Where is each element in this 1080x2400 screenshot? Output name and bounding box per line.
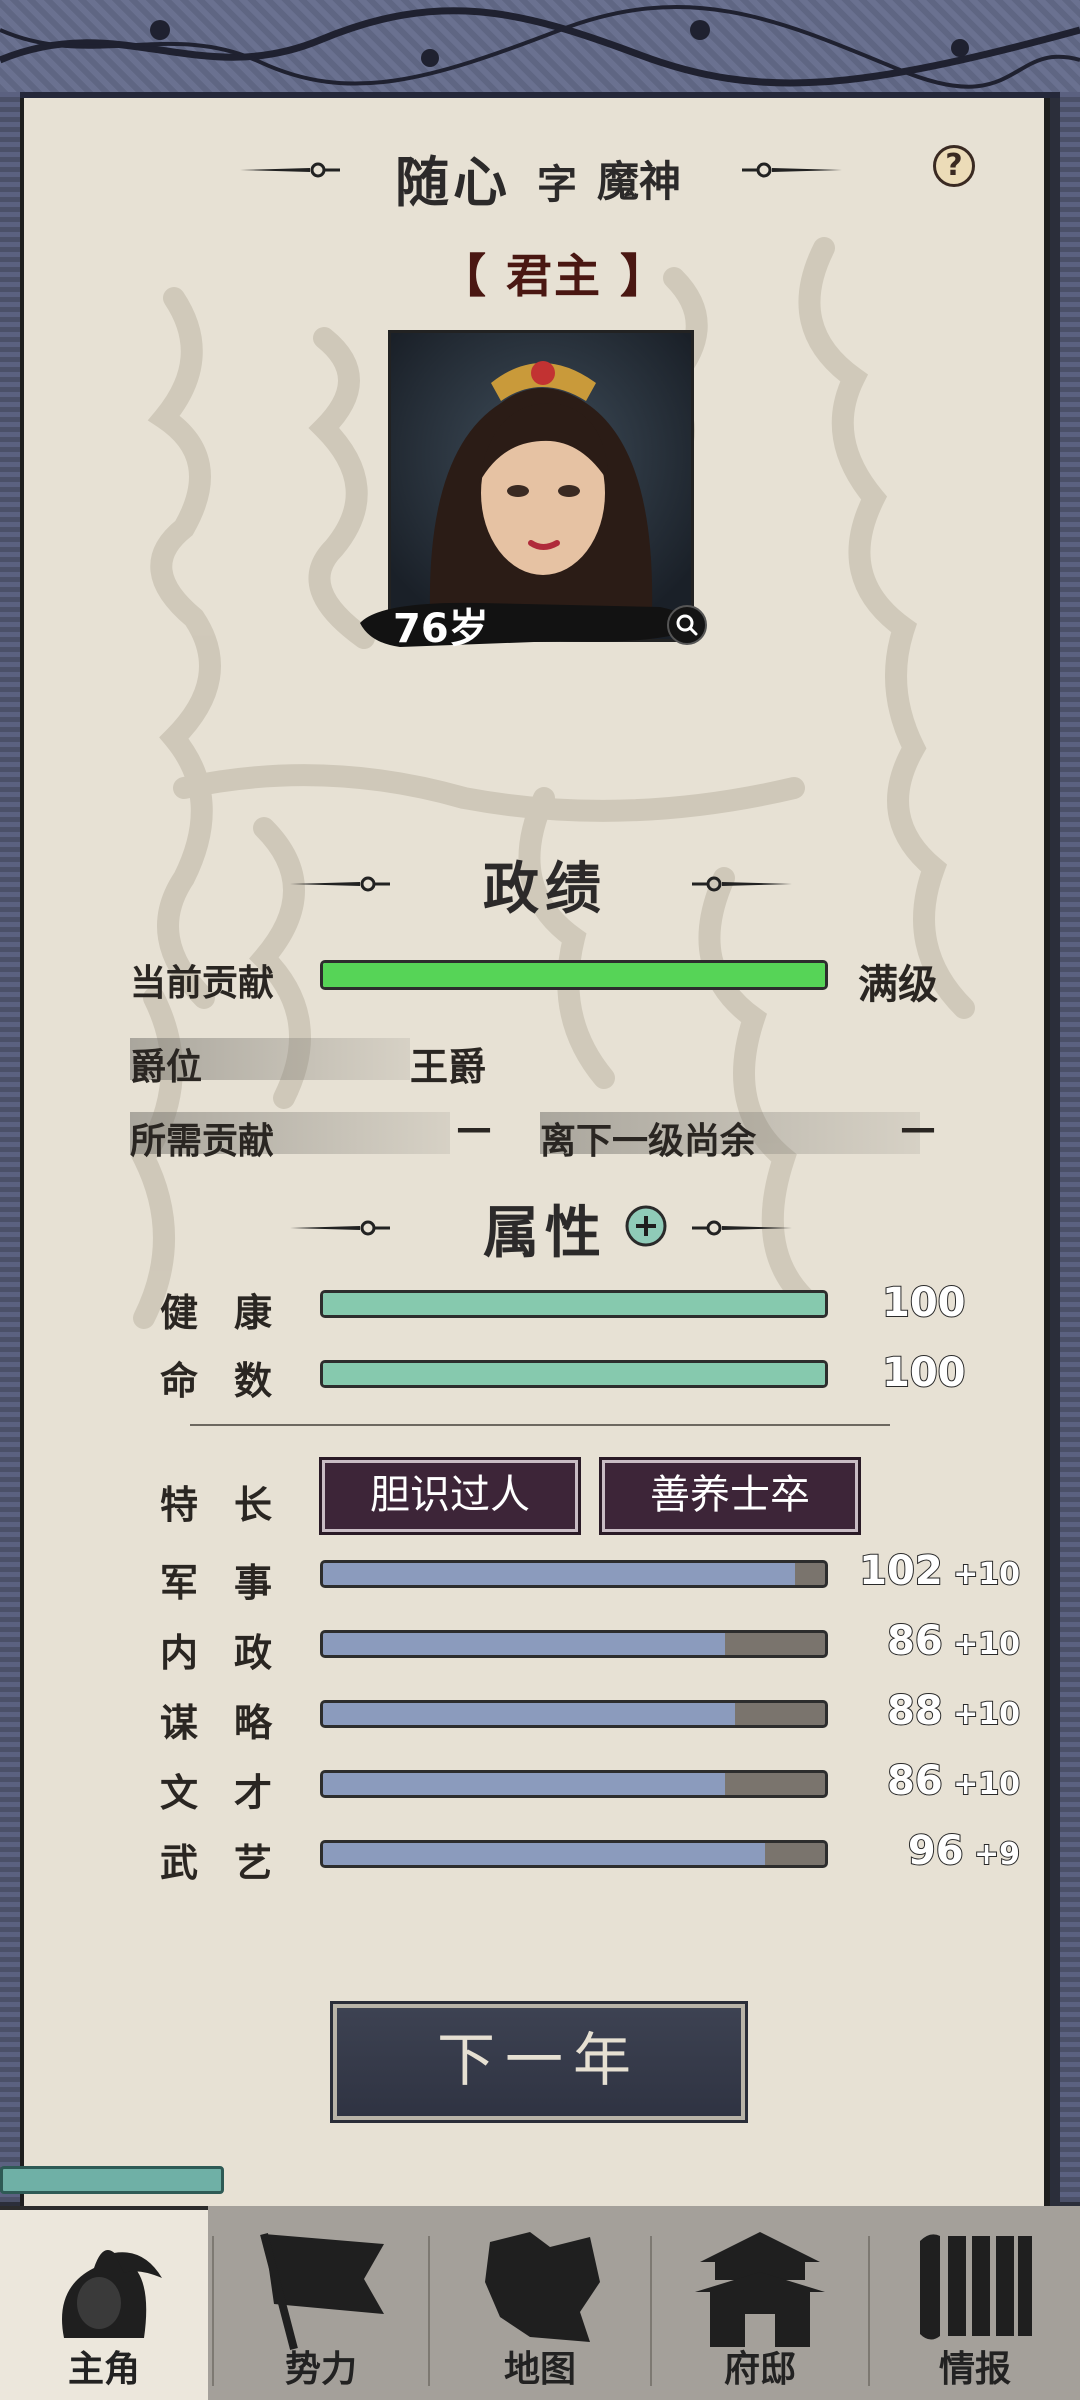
stat-fill (323, 1703, 735, 1725)
fate-value: 100 (881, 1349, 966, 1397)
stat-bonus: +10 (942, 1766, 1021, 1803)
stat-bar (320, 1700, 828, 1728)
remaining-label: 离下一级尚余 (540, 1121, 757, 1162)
ornament-right-icon (742, 160, 842, 180)
health-label: 健康 (160, 1291, 309, 1335)
ornament-right-icon (692, 874, 792, 894)
stat-value: 96 +9 (907, 1827, 1021, 1875)
ornament-left-icon (240, 160, 340, 180)
stat-bar (320, 1770, 828, 1798)
stat-base-value: 86 (886, 1617, 944, 1665)
nav-label: 地图 (503, 2349, 576, 2390)
required-label: 所需贡献 (130, 1121, 275, 1162)
fate-bar (320, 1360, 828, 1388)
stat-value: 86 +10 (886, 1617, 1021, 1665)
divider (190, 1424, 890, 1426)
plus-circle-icon (625, 1205, 667, 1247)
mansion-icon (695, 2232, 825, 2347)
trait-badge[interactable]: 胆识过人 (319, 1457, 581, 1535)
ornament-left-icon (290, 874, 390, 894)
add-attribute-button[interactable] (624, 1204, 668, 1248)
bamboo-scroll-icon (920, 2234, 1032, 2340)
health-fill (323, 1293, 825, 1315)
magnifier-icon (676, 614, 698, 636)
nav-tab-protagonist[interactable]: 主角 (0, 2206, 208, 2400)
character-name: 随心 (395, 151, 511, 214)
stat-base-value: 86 (886, 1757, 944, 1805)
contribution-fill (323, 963, 825, 987)
zoom-portrait-button[interactable] (667, 605, 707, 645)
age-label: 76岁 (393, 606, 489, 652)
next-year-button[interactable]: 下一年 (330, 2001, 748, 2123)
nav-tab-map[interactable]: 地图 (430, 2206, 650, 2400)
stat-bonus: +10 (942, 1626, 1021, 1663)
stat-bar (320, 1560, 828, 1588)
courtesy-name: 魔神 (597, 157, 682, 206)
stat-label: 文才 (160, 1771, 309, 1815)
fate-label: 命数 (160, 1359, 309, 1403)
trait-badge[interactable]: 善养士卒 (599, 1457, 861, 1535)
stat-label: 军事 (160, 1561, 309, 1605)
nav-label: 情报 (938, 2349, 1011, 2390)
stat-value: 88 +10 (886, 1687, 1021, 1735)
rank-label: 爵位 (130, 1047, 203, 1088)
nav-ribbon (0, 2166, 224, 2194)
attributes-section-title: 属性 (483, 1201, 607, 1266)
stat-base-value: 96 (907, 1827, 965, 1875)
stat-bonus: +10 (942, 1556, 1021, 1593)
stat-fill (323, 1773, 725, 1795)
health-value: 100 (881, 1279, 966, 1327)
ornament-right-icon (692, 1218, 792, 1238)
nav-label: 主角 (67, 2349, 140, 2390)
stat-fill (323, 1563, 795, 1585)
war-flag-icon (260, 2232, 384, 2351)
nav-label: 势力 (284, 2349, 357, 2390)
role-badge: 【 君主 】 (440, 249, 669, 303)
health-bar (320, 1290, 828, 1318)
contribution-status: 满级 (858, 962, 938, 1008)
nav-tab-residence[interactable]: 府邸 (652, 2206, 868, 2400)
stat-bonus: +10 (942, 1696, 1021, 1733)
left-frame (0, 92, 20, 2202)
required-value: — (456, 1108, 492, 1149)
nav-tab-faction[interactable]: 势力 (214, 2206, 428, 2400)
stat-value: 102 +10 (858, 1547, 1021, 1595)
nav-tab-intel[interactable]: 情报 (870, 2206, 1080, 2400)
stat-base-value: 102 (858, 1547, 943, 1595)
help-icon[interactable]: ? (933, 145, 975, 187)
stat-base-value: 88 (886, 1687, 944, 1735)
stat-value: 86 +10 (886, 1757, 1021, 1805)
nav-label: 府邸 (723, 2349, 796, 2390)
merit-section-title: 政绩 (483, 857, 607, 922)
remaining-value: — (900, 1108, 936, 1149)
map-region-icon (485, 2232, 600, 2342)
stat-bar (320, 1840, 828, 1868)
stat-fill (323, 1633, 725, 1655)
stat-label: 武艺 (160, 1841, 309, 1885)
stat-label: 内政 (160, 1631, 309, 1675)
stat-bonus: +9 (963, 1836, 1021, 1873)
stat-label: 谋略 (160, 1701, 309, 1745)
top-decorative-band (0, 0, 1080, 98)
contribution-progress (320, 960, 828, 990)
stat-fill (323, 1843, 765, 1865)
courtesy-prefix: 字 (537, 162, 577, 208)
specialty-label: 特长 (160, 1483, 309, 1527)
stat-bar (320, 1630, 828, 1658)
general-helmet-icon (62, 2250, 162, 2338)
ornament-left-icon (290, 1218, 390, 1238)
rank-value: 王爵 (410, 1045, 487, 1089)
right-frame (1060, 92, 1080, 2202)
fate-fill (323, 1363, 825, 1385)
contribution-label: 当前贡献 (130, 963, 275, 1004)
